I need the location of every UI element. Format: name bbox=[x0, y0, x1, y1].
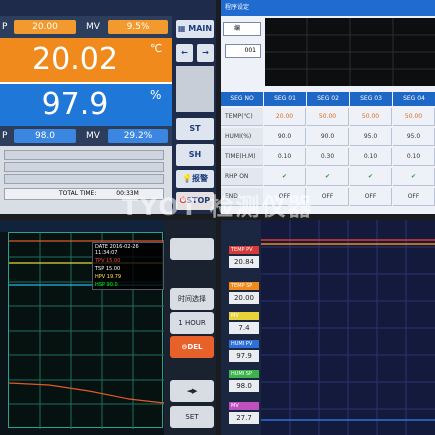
table-cell[interactable]: ✔ bbox=[307, 168, 349, 186]
time-select-button[interactable]: 时间选择 bbox=[170, 288, 214, 310]
scroll-button[interactable]: ◄▶ bbox=[170, 380, 214, 402]
temp-mv-value: 9.5% bbox=[108, 20, 168, 34]
mode-button[interactable]: 编 bbox=[223, 22, 261, 36]
value-humi-sp: 98.0 bbox=[229, 380, 259, 392]
program-number-input[interactable]: 001 bbox=[225, 44, 261, 58]
curve-grid bbox=[265, 18, 435, 86]
grid-icon: ▦ bbox=[177, 24, 189, 33]
realtime-grid bbox=[261, 220, 435, 435]
humi-mv-value: 29.2% bbox=[108, 129, 168, 143]
table-cell[interactable]: 0.10 bbox=[350, 148, 392, 166]
table-cell[interactable]: 90.0 bbox=[307, 128, 349, 146]
control-panel-main: 2016-02-26 P 20.00 MV 9.5% 20.02 ℃ 97.9 … bbox=[0, 0, 216, 214]
tag-temp-pv: TEMP PV bbox=[229, 246, 259, 254]
value-temp-pv: 20.84 bbox=[229, 256, 259, 268]
mode-label: 编 bbox=[234, 25, 241, 32]
period-button[interactable]: 1 HOUR bbox=[170, 312, 214, 334]
table-cell[interactable]: 95.0 bbox=[350, 128, 392, 146]
back-button[interactable]: ← bbox=[176, 44, 193, 62]
tag-temp-sp: TEMP SP bbox=[229, 282, 259, 290]
seg-header: SEG 01 bbox=[264, 92, 306, 106]
program-setting-screen: 程序设定 编 001 SEG NO SEG 01 SEG 02 SEG 03 S… bbox=[221, 0, 435, 214]
value-humi-pv: 97.9 bbox=[229, 350, 259, 362]
main-button[interactable]: ▦ MAIN bbox=[176, 20, 214, 38]
table-cell[interactable]: 0.10 bbox=[393, 148, 435, 166]
tag-mv: MV bbox=[229, 312, 259, 320]
table-cell[interactable]: 90.0 bbox=[264, 128, 306, 146]
seg-header: SEG 02 bbox=[307, 92, 349, 106]
legend-row: TSP 15.00 bbox=[95, 266, 121, 272]
status-bar-1 bbox=[4, 150, 164, 160]
st-button[interactable]: ST bbox=[176, 118, 214, 140]
humi-pv-value: 97.9 bbox=[41, 87, 109, 122]
temp-pv-value: 20.02 bbox=[32, 42, 118, 77]
status-bar-2 bbox=[4, 162, 164, 172]
seg-header: SEG 03 bbox=[350, 92, 392, 106]
tag-humi-sp: HUMI SP bbox=[229, 370, 259, 378]
table-cell[interactable]: ✔ bbox=[350, 168, 392, 186]
tag-humi-mv: MV bbox=[229, 402, 259, 410]
table-cell[interactable]: 50.00 bbox=[350, 108, 392, 126]
row-label-temp: TEMP(℃) bbox=[221, 108, 263, 126]
program-title: 程序设定 bbox=[225, 4, 250, 11]
realtime-curve-screen: TEMP PV 20.84 TEMP SP 20.00 MV 7.4 HUMI … bbox=[221, 220, 435, 435]
table-cell[interactable]: 0.30 bbox=[307, 148, 349, 166]
table-cell[interactable]: ✔ bbox=[393, 168, 435, 186]
temp-sp-label: P bbox=[2, 22, 8, 32]
bulb-icon: 💡 bbox=[182, 174, 192, 183]
program-curve-area bbox=[265, 18, 435, 86]
table-cell[interactable]: 0.10 bbox=[264, 148, 306, 166]
temp-sp-value[interactable]: 20.00 bbox=[14, 20, 76, 34]
trend-legend: DATE 2016-02-26 11:34:07 TPV 15.00 TSP 1… bbox=[92, 242, 164, 290]
tag-humi-pv: HUMI PV bbox=[229, 340, 259, 348]
table-cell[interactable]: ✔ bbox=[264, 168, 306, 186]
legend-row: HPV 19.79 bbox=[95, 274, 122, 280]
table-cell[interactable]: 20.00 bbox=[264, 108, 306, 126]
side-blank bbox=[176, 66, 214, 112]
panel2-topbar bbox=[221, 0, 435, 16]
seg-no-header: SEG NO bbox=[221, 92, 263, 106]
legend-row: DATE 2016-02-26 11:34:07 bbox=[95, 244, 139, 256]
set-button[interactable]: SET bbox=[170, 406, 214, 428]
panel1-topbar bbox=[0, 0, 172, 16]
value-humi-mv: 27.7 bbox=[229, 412, 259, 424]
table-cell[interactable]: 95.0 bbox=[393, 128, 435, 146]
row-label-time: TIME(H.M) bbox=[221, 148, 263, 166]
table-cell[interactable]: 50.00 bbox=[307, 108, 349, 126]
trend-button-1[interactable] bbox=[170, 238, 214, 260]
sh-button[interactable]: SH bbox=[176, 144, 214, 166]
row-label-rhp: RHP ON bbox=[221, 168, 263, 186]
next-button[interactable]: → bbox=[197, 44, 214, 62]
temp-mv-label: MV bbox=[86, 22, 100, 32]
humi-sp-value[interactable]: 98.0 bbox=[14, 129, 76, 143]
row-label-humi: HUMI(%) bbox=[221, 128, 263, 146]
delete-button[interactable]: ⊖DEL bbox=[170, 336, 214, 358]
humi-sp-label: P bbox=[2, 131, 8, 141]
humi-mv-label: MV bbox=[86, 131, 100, 141]
value-mv: 7.4 bbox=[229, 322, 259, 334]
humi-unit: % bbox=[150, 88, 162, 102]
value-temp-sp: 20.00 bbox=[229, 292, 259, 304]
legend-row: HSP 90.0 bbox=[95, 282, 118, 288]
table-cell[interactable]: 50.00 bbox=[393, 108, 435, 126]
temp-unit: ℃ bbox=[150, 42, 163, 55]
status-bar-3 bbox=[4, 174, 164, 184]
seg-header: SEG 04 bbox=[393, 92, 435, 106]
trend-chart-screen: DATE 2016-02-26 11:34:07 TPV 15.00 TSP 1… bbox=[0, 220, 216, 435]
legend-row: TPV 15.00 bbox=[95, 258, 121, 264]
realtime-chart bbox=[261, 220, 435, 435]
alarm-button[interactable]: 💡报警 bbox=[176, 170, 214, 188]
watermark: TYOT 检测仪器 bbox=[121, 193, 314, 221]
